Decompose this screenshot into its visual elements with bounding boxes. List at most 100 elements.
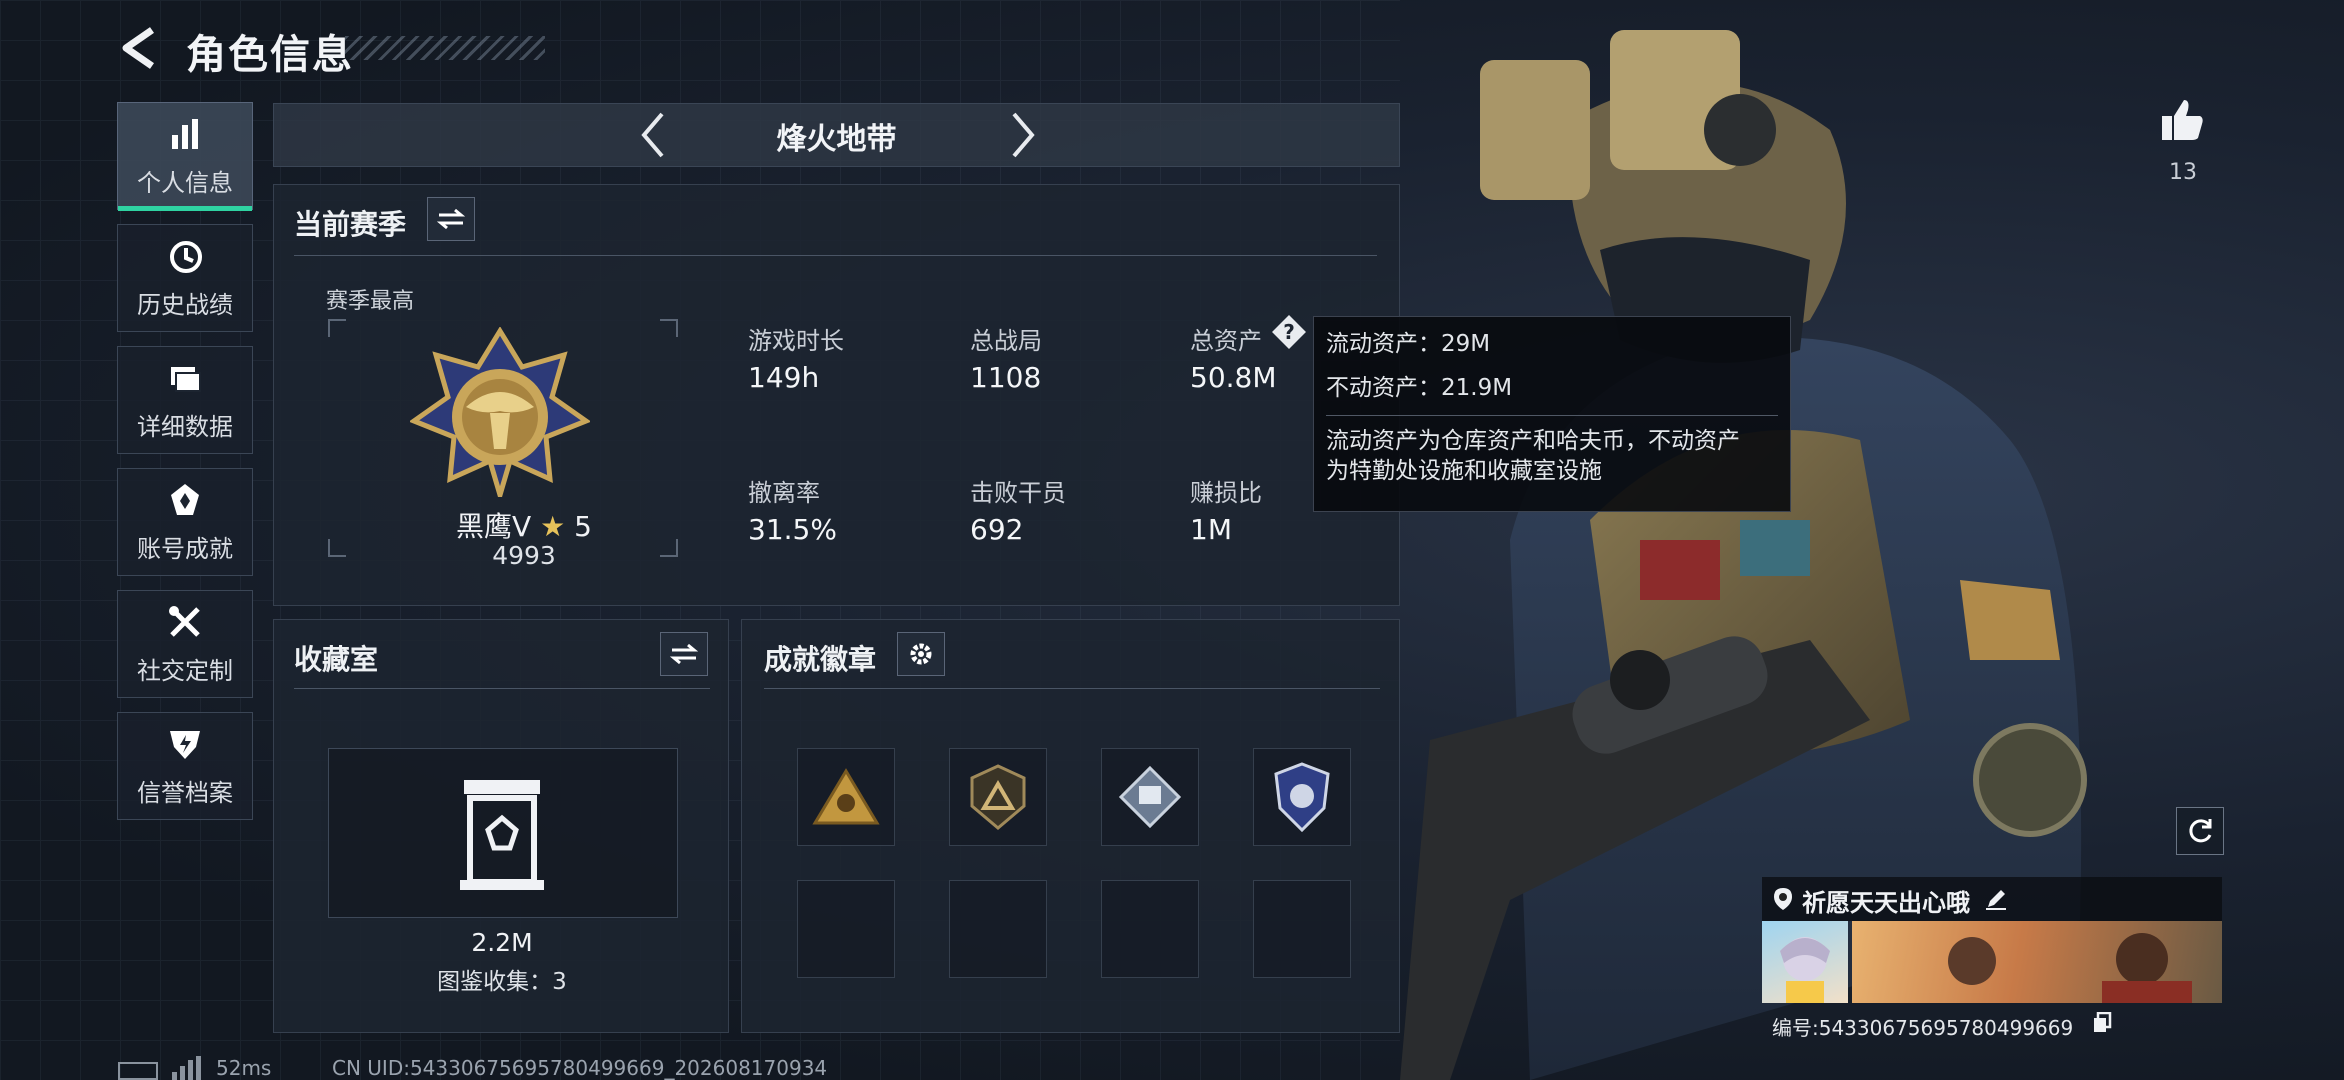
copy-icon[interactable]	[2092, 1012, 2112, 1034]
sidebar-item-social-custom[interactable]: 社交定制	[117, 590, 253, 698]
sidebar-item-label: 历史战绩	[137, 290, 233, 319]
stat-value-playtime: 149h	[748, 361, 820, 394]
avatar[interactable]	[1762, 921, 1848, 1003]
rank-stars: 5	[574, 510, 592, 543]
battery-icon	[118, 1062, 158, 1080]
history-clock-icon	[170, 240, 202, 273]
shield-triangle-badge-icon	[970, 764, 1026, 830]
season-best-label: 赛季最高	[326, 289, 415, 314]
empty-badge-slot[interactable]	[797, 880, 895, 978]
stat-value-extraction-rate: 31.5%	[748, 513, 837, 546]
rank-name-row: 黑鹰V ★ 5	[374, 505, 674, 545]
refresh-button[interactable]	[2176, 807, 2224, 855]
uid-text: CN UID:543306756957804996​69_20260817093…	[332, 1056, 828, 1080]
achievement-icon	[171, 483, 199, 515]
collection-switch-button[interactable]	[660, 632, 708, 676]
collection-count: 图鉴收集：3	[437, 969, 567, 995]
sidebar-item-label: 社交定制	[137, 656, 233, 685]
stat-label-total-matches: 总战局	[970, 327, 1042, 355]
swap-icon	[670, 643, 698, 665]
profile-banner-image	[1852, 921, 2222, 1003]
sidebar-item-detailed-data[interactable]: 详细数据	[117, 346, 253, 454]
empty-badge-slot[interactable]	[1101, 880, 1199, 978]
rank-name: 黑鹰V	[456, 510, 532, 543]
badges-settings-button[interactable]	[897, 632, 945, 676]
badge-slot[interactable]	[797, 748, 895, 846]
collection-cabinet-icon	[460, 780, 544, 890]
stat-value-kills: 692	[970, 513, 1024, 546]
season-switch-button[interactable]	[427, 197, 475, 241]
empty-badge-slot[interactable]	[949, 880, 1047, 978]
sidebar-item-personal-info[interactable]: 个人信息	[117, 102, 253, 211]
sidebar-item-label: 账号成就	[137, 534, 233, 563]
sidebar-item-reputation[interactable]: 信誉档案	[117, 712, 253, 820]
swap-icon	[437, 208, 465, 230]
tooltip-fixed-assets: 不动资产：21.9M	[1326, 375, 1513, 401]
shield-bolt-icon	[170, 730, 200, 759]
stat-label-total-assets: 总资产	[1190, 327, 1262, 355]
location-pin-icon	[1774, 888, 1792, 910]
badge-slot[interactable]	[949, 748, 1047, 846]
profile-id: 编号:543306756957804996​69	[1772, 1016, 2074, 1040]
stat-value-total-matches: 1108	[970, 361, 1042, 394]
sidebar-item-history[interactable]: 历史战绩	[117, 224, 253, 332]
empty-badge-slot[interactable]	[1253, 880, 1351, 978]
mode-label: 烽火地带	[776, 122, 897, 157]
frame-corner	[660, 319, 678, 337]
avatar-illustration	[1780, 937, 1830, 1003]
tooltip-description-line2: 为特勤处设施和收藏室设施	[1326, 458, 1602, 484]
stat-label-kills: 击败干员	[970, 479, 1066, 507]
profile-name: 祈愿天天出心哦	[1802, 889, 1970, 917]
rank-score: 4993	[492, 541, 556, 570]
edit-pencil-icon[interactable]	[1984, 887, 2008, 911]
banner-illustration	[1948, 933, 2192, 1003]
like-count: 13	[2169, 160, 2197, 185]
bar-chart-icon	[172, 118, 198, 149]
ping-text: 52ms	[216, 1056, 272, 1080]
assets-tooltip: 流动资产：29M 不动资产：21.9M 流动资产为仓库资产和哈夫币，不动资产 为…	[1313, 316, 1791, 512]
tooltip-divider	[1326, 415, 1778, 416]
frame-corner	[328, 539, 346, 557]
question-mark-glyph: ?	[1283, 320, 1295, 344]
sidebar-item-label: 详细数据	[137, 412, 233, 441]
tools-icon	[169, 605, 200, 637]
divider	[294, 255, 1377, 256]
tooltip-liquid-assets: 流动资产：29M	[1326, 331, 1491, 357]
thumbs-up-icon[interactable]	[2158, 96, 2206, 144]
collection-room-panel: 收藏室 2.2M 图鉴收集：3	[273, 619, 729, 1033]
folder-icon	[171, 366, 201, 392]
stat-value-profit-ratio: 1M	[1190, 513, 1232, 546]
collection-title: 收藏室	[294, 643, 379, 676]
diamond-device-badge-icon	[1118, 765, 1182, 829]
achievement-badges-panel: 成就徽章	[741, 619, 1400, 1033]
sidebar-item-label: 个人信息	[137, 168, 233, 197]
rank-eagle-badge-icon	[410, 327, 590, 497]
stat-label-extraction-rate: 撤离率	[748, 479, 820, 507]
badge-slot[interactable]	[1101, 748, 1199, 846]
gear-icon	[910, 643, 932, 665]
badge-slot[interactable]	[1253, 748, 1351, 846]
sidebar-item-achievements[interactable]: 账号成就	[117, 468, 253, 576]
stat-label-playtime: 游戏时长	[748, 327, 844, 355]
sidebar-item-label: 信誉档案	[137, 778, 233, 807]
next-mode-arrow-icon[interactable]	[1002, 108, 1042, 162]
profile-name-bar: 祈愿天天出心哦	[1762, 877, 2222, 921]
divider	[294, 688, 710, 689]
triangle-squad-badge-icon	[812, 768, 880, 825]
refresh-icon	[2189, 819, 2212, 843]
badges-title: 成就徽章	[764, 643, 877, 676]
police-shield-badge-icon	[1274, 762, 1330, 832]
page-title: 角色信息	[186, 32, 354, 78]
frame-corner	[328, 319, 346, 337]
back-arrow-icon[interactable]	[118, 26, 162, 70]
signal-icon	[172, 1056, 201, 1080]
mode-selector: 烽火地带	[273, 103, 1400, 167]
season-title: 当前赛季	[294, 208, 407, 241]
star-icon: ★	[540, 510, 566, 543]
title-decoration	[345, 36, 545, 60]
tooltip-description-line1: 流动资产为仓库资产和哈夫币，不动资产	[1326, 428, 1740, 454]
current-season-panel: 当前赛季 赛季最高 黑鹰V ★ 5 4993 游戏时长 149h 总战局 110…	[273, 184, 1400, 606]
divider	[764, 688, 1380, 689]
collection-value: 2.2M	[471, 928, 533, 957]
stat-label-profit-ratio: 赚损比	[1190, 479, 1262, 507]
